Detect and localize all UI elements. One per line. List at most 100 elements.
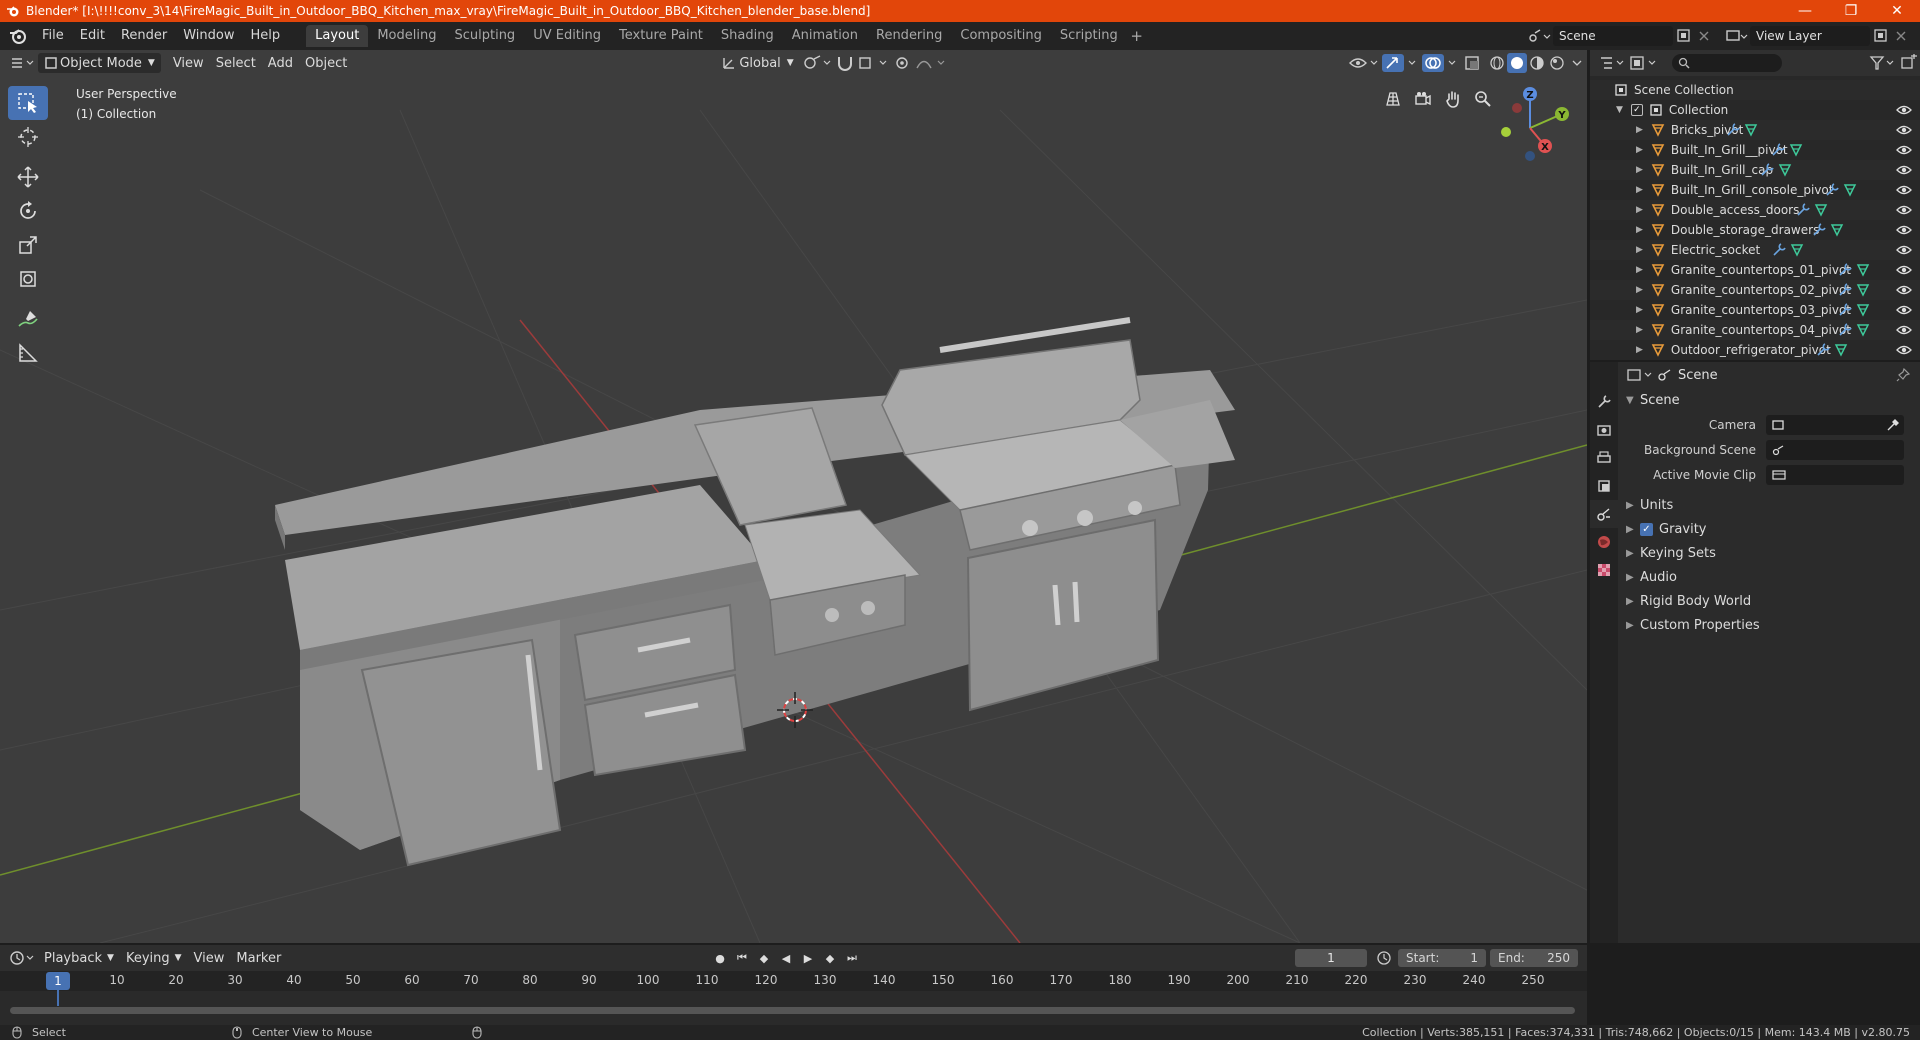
maximize-button[interactable]: ❐	[1828, 0, 1874, 22]
outliner-object-row[interactable]: ▶ Granite_countertops_01_pivot	[1590, 260, 1920, 280]
gravity-checkbox[interactable]: ✓	[1640, 522, 1653, 536]
cursor-tool[interactable]	[8, 120, 48, 154]
timeline-editor[interactable]: Playback ▼ Keying ▼ View Marker ● ⏮ ◆ ◀ ▶ …	[0, 945, 1587, 1025]
mesh-data-icon[interactable]	[1790, 243, 1804, 257]
timeline-scrollbar[interactable]	[10, 1007, 1575, 1014]
viewport-menu-select[interactable]: Select	[210, 53, 262, 73]
select-box-tool[interactable]	[8, 86, 48, 120]
tab-animation[interactable]: Animation	[783, 25, 867, 47]
delete-scene-icon[interactable]	[1695, 27, 1713, 45]
blender-menu-icon[interactable]	[8, 26, 28, 46]
tab-world-properties[interactable]	[1590, 528, 1618, 556]
camera-field[interactable]	[1766, 414, 1904, 435]
menu-help[interactable]: Help	[243, 25, 289, 47]
tab-scripting[interactable]: Scripting	[1051, 25, 1127, 47]
modifier-wrench-icon[interactable]	[1838, 283, 1852, 297]
modifier-wrench-icon[interactable]	[1838, 303, 1852, 317]
expand-arrow-icon[interactable]: ▶	[1636, 205, 1643, 215]
marker-menu[interactable]: Marker	[230, 948, 287, 968]
mesh-data-icon[interactable]	[1856, 303, 1870, 317]
outliner-editor-type-icon[interactable]	[1598, 54, 1628, 72]
tab-shading[interactable]: Shading	[712, 25, 783, 47]
outliner-object-row[interactable]: ▶ Granite_countertops_02_pivot	[1590, 280, 1920, 300]
timeline-editor-type-icon[interactable]	[8, 949, 38, 967]
shading-material-icon[interactable]	[1527, 53, 1547, 73]
outliner-object-row[interactable]: ▶ Granite_countertops_04_pivot	[1590, 320, 1920, 340]
play-reverse-icon[interactable]: ◀	[776, 949, 796, 967]
annotate-tool[interactable]	[8, 302, 48, 336]
gravity-panel-header[interactable]: ▶ ✓ Gravity	[1618, 517, 1920, 541]
tab-render-properties[interactable]	[1590, 416, 1618, 444]
navigation-gizmo[interactable]: Z Y X	[1490, 86, 1570, 166]
record-button[interactable]: ●	[710, 949, 730, 967]
tab-texture-paint[interactable]: Texture Paint	[610, 25, 712, 47]
view-layer-icon[interactable]	[1724, 27, 1750, 45]
toggle-perspective-button[interactable]	[1378, 84, 1408, 114]
properties-editor-type-icon[interactable]	[1626, 367, 1656, 383]
expand-arrow-icon[interactable]: ▶	[1636, 285, 1643, 295]
snap-icon[interactable]	[834, 53, 856, 73]
tab-output-properties[interactable]	[1590, 444, 1618, 472]
tab-texture-properties[interactable]	[1590, 556, 1618, 584]
move-tool[interactable]	[8, 160, 48, 194]
visibility-eye-icon[interactable]	[1896, 223, 1912, 237]
mesh-data-icon[interactable]	[1789, 143, 1803, 157]
modifier-wrench-icon[interactable]	[1771, 143, 1785, 157]
keying-menu[interactable]: Keying ▼	[120, 948, 188, 968]
outliner-object-row[interactable]: ▶ Double_access_doors	[1590, 200, 1920, 220]
custom-properties-panel-header[interactable]: ▶ Custom Properties	[1618, 613, 1920, 637]
viewport-menu-view[interactable]: View	[167, 53, 210, 73]
viewport-menu-add[interactable]: Add	[262, 53, 299, 73]
rotate-tool[interactable]	[8, 194, 48, 228]
object-visibility-icon[interactable]	[1347, 53, 1381, 73]
scale-tool[interactable]	[8, 228, 48, 262]
tab-compositing[interactable]: Compositing	[951, 25, 1051, 47]
menu-file[interactable]: File	[34, 25, 72, 47]
expand-arrow-icon[interactable]: ▶	[1636, 145, 1643, 155]
shading-wireframe-icon[interactable]	[1487, 53, 1507, 73]
menu-window[interactable]: Window	[175, 25, 242, 47]
start-frame-field[interactable]: Start: 1	[1398, 949, 1486, 967]
expand-arrow-icon[interactable]: ▶	[1636, 305, 1643, 315]
view-layer-name-field[interactable]: View Layer	[1750, 26, 1870, 46]
viewport-scene[interactable]	[0, 50, 1587, 943]
tab-layout[interactable]: Layout	[306, 25, 369, 47]
visibility-eye-icon[interactable]	[1896, 323, 1912, 337]
gizmo-toggle-icon[interactable]	[1381, 53, 1421, 73]
play-icon[interactable]: ▶	[798, 949, 818, 967]
camera-view-button[interactable]	[1408, 84, 1438, 114]
outliner-object-row[interactable]: ▶ Electric_socket	[1590, 240, 1920, 260]
expand-arrow-icon[interactable]: ▶	[1636, 345, 1643, 355]
modifier-wrench-icon[interactable]	[1760, 163, 1774, 177]
end-frame-field[interactable]: End: 250	[1490, 949, 1578, 967]
shading-rendered-icon[interactable]	[1547, 53, 1567, 73]
visibility-eye-icon[interactable]	[1896, 203, 1912, 217]
object-mode-dropdown[interactable]: Object Mode ▼	[38, 53, 161, 73]
modifier-wrench-icon[interactable]	[1812, 223, 1826, 237]
delete-view-layer-icon[interactable]	[1892, 27, 1910, 45]
xray-toggle-icon[interactable]	[1461, 53, 1487, 73]
pin-icon[interactable]	[1896, 368, 1910, 382]
mesh-data-icon[interactable]	[1830, 223, 1844, 237]
modifier-wrench-icon[interactable]	[1825, 183, 1839, 197]
expand-arrow-icon[interactable]: ▶	[1636, 225, 1643, 235]
scene-name-field[interactable]: Scene	[1553, 26, 1673, 46]
mesh-data-icon[interactable]	[1814, 203, 1828, 217]
playhead-frame-indicator[interactable]: 1	[46, 972, 70, 990]
tab-sculpting[interactable]: Sculpting	[445, 25, 524, 47]
pan-view-button[interactable]	[1438, 84, 1468, 114]
tab-tool-properties[interactable]	[1590, 388, 1618, 416]
modifier-wrench-icon[interactable]	[1726, 123, 1740, 137]
outliner-scene-collection[interactable]: Scene Collection	[1590, 80, 1920, 100]
visibility-eye-icon[interactable]	[1896, 343, 1912, 357]
new-scene-icon[interactable]	[1673, 27, 1695, 45]
units-panel-header[interactable]: ▶ Units	[1618, 493, 1920, 517]
mesh-data-icon[interactable]	[1843, 183, 1857, 197]
outliner-object-row[interactable]: ▶ Bricks_pivot	[1590, 120, 1920, 140]
tab-modeling[interactable]: Modeling	[368, 25, 445, 47]
menu-edit[interactable]: Edit	[72, 25, 113, 47]
transform-orientation-dropdown[interactable]: Global ▼	[715, 53, 799, 73]
overlays-toggle-icon[interactable]	[1421, 53, 1461, 73]
outliner-object-row[interactable]: ▶ Built_In_Grill__pivot	[1590, 140, 1920, 160]
modifier-wrench-icon[interactable]	[1796, 203, 1810, 217]
